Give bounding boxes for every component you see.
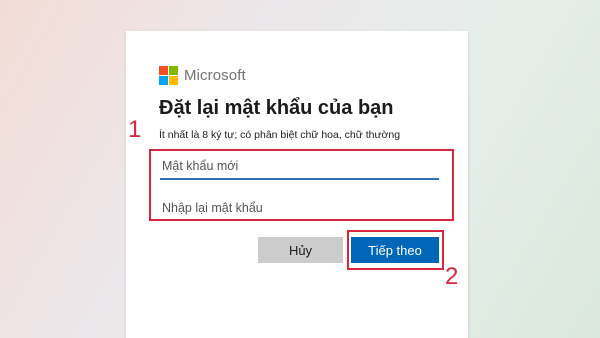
step-1-label: 1	[128, 116, 142, 143]
logo-square-red	[159, 66, 168, 75]
brand-name: Microsoft	[184, 67, 246, 84]
step-2-label: 2	[445, 263, 459, 290]
logo-square-yellow	[169, 76, 178, 85]
cancel-button[interactable]: Hủy	[258, 237, 343, 263]
logo-square-blue	[159, 76, 168, 85]
microsoft-brand: Microsoft	[159, 66, 246, 85]
step-1-highlight-box	[149, 149, 454, 221]
logo-square-green	[169, 66, 178, 75]
microsoft-logo-icon	[159, 66, 178, 85]
page-title: Đặt lại mật khẩu của bạn	[159, 97, 394, 119]
step-2-highlight-box	[347, 230, 444, 270]
password-hint: Ít nhất là 8 ký tự; có phân biệt chữ hoa…	[159, 129, 401, 141]
